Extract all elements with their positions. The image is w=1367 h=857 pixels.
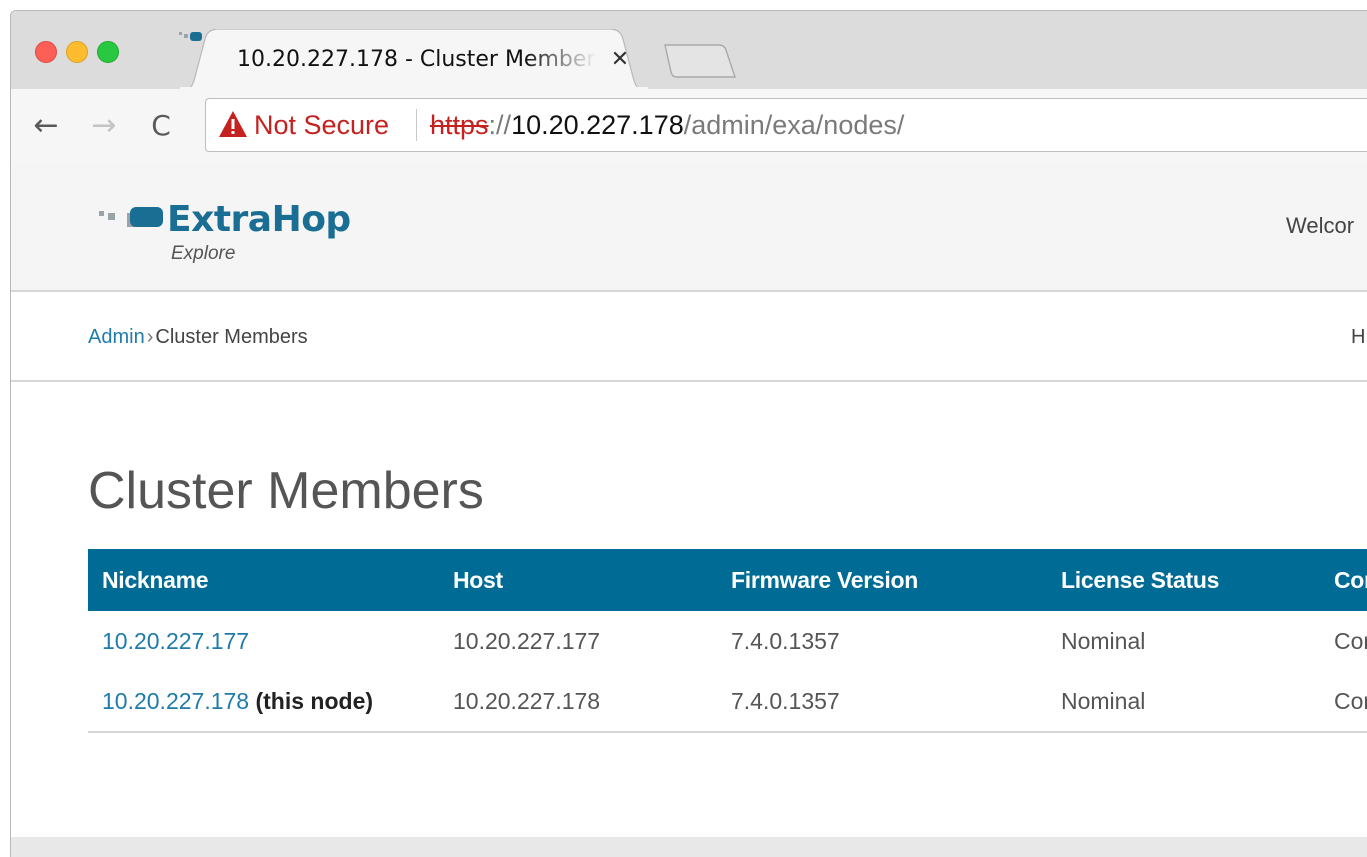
footer-strip xyxy=(11,837,1367,857)
page-title: Cluster Members xyxy=(88,462,484,520)
license-cell: Nominal xyxy=(1047,671,1320,733)
table-row: 10.20.227.177 10.20.227.177 7.4.0.1357 N… xyxy=(88,611,1367,671)
column-header-host[interactable]: Host xyxy=(439,549,717,611)
url-text[interactable]: https://10.20.227.178/admin/exa/nodes/ xyxy=(430,99,904,151)
close-window-button[interactable] xyxy=(35,41,57,63)
forward-arrow-icon[interactable]: → xyxy=(87,109,121,143)
node-link[interactable]: 10.20.227.178 xyxy=(102,688,249,714)
tab-strip: 10.20.227.178 - Cluster Members ✕ xyxy=(11,11,1367,91)
back-arrow-icon[interactable]: ← xyxy=(29,109,63,143)
connection-cell: Con xyxy=(1320,671,1367,733)
tab-title: 10.20.227.178 - Cluster Members xyxy=(237,47,597,72)
extrahop-favicon-icon xyxy=(179,32,202,41)
breadcrumb-admin-link[interactable]: Admin xyxy=(88,326,145,348)
nickname-cell: 10.20.227.177 xyxy=(88,611,439,671)
node-link[interactable]: 10.20.227.177 xyxy=(102,628,249,654)
url-separator: :// xyxy=(488,110,512,140)
column-header-license[interactable]: License Status xyxy=(1047,549,1320,611)
this-node-label: (this node) xyxy=(255,687,374,714)
tab-close-icon[interactable]: ✕ xyxy=(606,45,634,75)
column-header-nickname[interactable]: Nickname xyxy=(88,549,439,611)
reload-icon[interactable]: C xyxy=(144,109,178,143)
minimize-window-button[interactable] xyxy=(66,41,88,63)
firmware-cell: 7.4.0.1357 xyxy=(731,627,840,654)
extrahop-logo-icon[interactable] xyxy=(99,207,163,237)
breadcrumb-separator: › xyxy=(146,326,154,348)
browser-toolbar: ← → C Not Secure https://10.20.227.178/a… xyxy=(11,89,1367,164)
browser-window: 10.20.227.178 - Cluster Members ✕ ← → C … xyxy=(10,10,1367,857)
license-cell: Nominal xyxy=(1061,627,1146,654)
help-link[interactable]: H xyxy=(1351,322,1365,352)
breadcrumb-bar: Admin › Cluster Members H xyxy=(11,292,1367,382)
column-header-firmware[interactable]: Firmware Version xyxy=(717,549,1047,611)
connection-cell: Con xyxy=(1334,627,1367,654)
cluster-members-table: Nickname Host Firmware Version License S… xyxy=(88,549,1367,733)
logo-subtitle: Explore xyxy=(171,243,236,264)
breadcrumb-current: Cluster Members xyxy=(155,326,308,348)
table-header-row: Nickname Host Firmware Version License S… xyxy=(88,549,1367,611)
logo-wordmark[interactable]: ExtraHop xyxy=(167,199,351,241)
host-cell: 10.20.227.177 xyxy=(453,627,601,654)
column-header-connection[interactable]: Con xyxy=(1320,549,1367,611)
welcome-text: Welcor xyxy=(1286,213,1355,238)
nickname-cell: 10.20.227.178 (this node) xyxy=(88,671,439,733)
table-row: 10.20.227.178 (this node) 10.20.227.178 … xyxy=(88,671,1367,733)
url-scheme: https xyxy=(430,110,489,140)
zoom-window-button[interactable] xyxy=(97,41,119,63)
warning-triangle-icon xyxy=(219,111,247,137)
address-divider xyxy=(416,109,417,141)
url-host: 10.20.227.178 xyxy=(511,110,684,140)
breadcrumb: Admin › Cluster Members xyxy=(88,322,308,352)
new-tab-button[interactable] xyxy=(659,41,739,81)
url-path: /admin/exa/nodes/ xyxy=(683,110,905,140)
address-bar[interactable]: Not Secure https://10.20.227.178/admin/e… xyxy=(205,98,1367,152)
app-header: ExtraHop Explore Welcor xyxy=(11,163,1367,292)
tab-cluster-members[interactable]: 10.20.227.178 - Cluster Members ✕ xyxy=(179,29,649,91)
firmware-cell: 7.4.0.1357 xyxy=(717,671,1047,733)
not-secure-label[interactable]: Not Secure xyxy=(254,99,389,151)
host-cell: 10.20.227.178 xyxy=(439,671,717,733)
